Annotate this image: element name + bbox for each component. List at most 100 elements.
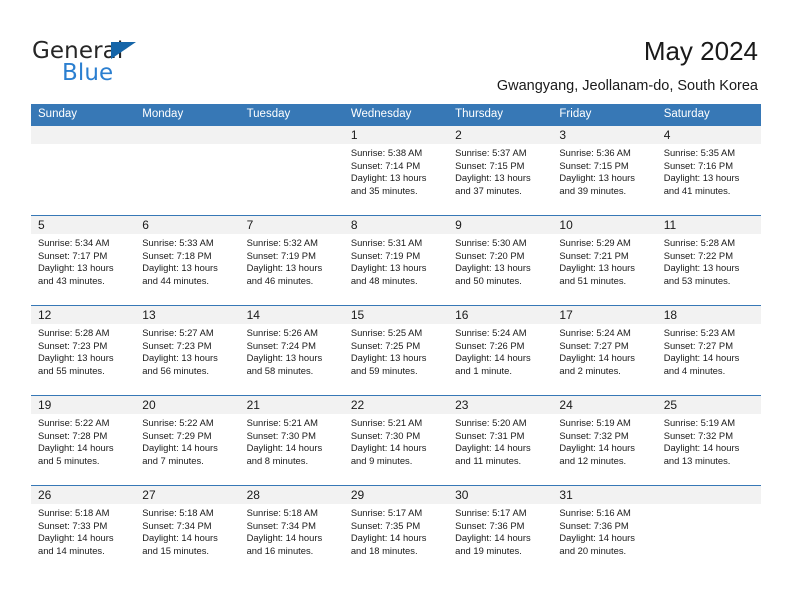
- day-details: Sunrise: 5:27 AM Sunset: 7:23 PM Daylight:…: [135, 324, 239, 377]
- day-cell[interactable]: 15 Sunrise: 5:25 AM Sunset: 7:25 PM Dayligh…: [343, 306, 449, 395]
- daylight-text-line2: and 50 minutes.: [455, 274, 522, 286]
- day-cell[interactable]: 20 Sunrise: 5:22 AM Sunset: 7:29 PM Dayligh…: [135, 396, 240, 485]
- day-details: Sunrise: 5:32 AM Sunset: 7:19 PM Daylight:…: [240, 234, 344, 287]
- day-cell[interactable]: 10 Sunrise: 5:29 AM Sunset: 7:21 PM Dayligh…: [552, 216, 657, 305]
- sunrise-text: Sunrise: 5:24 AM: [559, 327, 631, 338]
- daylight-text-line2: and 7 minutes.: [142, 454, 204, 466]
- sunset-text: Sunset: 7:21 PM: [559, 249, 629, 261]
- day-cell[interactable]: 13 Sunrise: 5:27 AM Sunset: 7:23 PM Dayligh…: [135, 306, 240, 395]
- day-cell[interactable]: 23 Sunrise: 5:20 AM Sunset: 7:31 PM Dayligh…: [448, 396, 553, 485]
- day-cell[interactable]: 2 Sunrise: 5:37 AM Sunset: 7:15 PM Daylight…: [448, 126, 553, 215]
- day-details: Sunrise: 5:21 AM Sunset: 7:30 PM Daylight:…: [240, 414, 344, 467]
- day-number: 22: [343, 396, 449, 414]
- daylight-text-line2: and 51 minutes.: [559, 274, 627, 286]
- daylight-text-line2: and 5 minutes.: [38, 454, 100, 466]
- day-details: [135, 144, 239, 147]
- day-cell[interactable]: 29 Sunrise: 5:17 AM Sunset: 7:35 PM Dayligh…: [343, 486, 449, 576]
- daylight-text-line1: Daylight: 13 hours: [559, 172, 635, 184]
- sunrise-text: Sunrise: 5:24 AM: [455, 327, 527, 338]
- day-cell[interactable]: 28 Sunrise: 5:18 AM Sunset: 7:34 PM Dayligh…: [239, 486, 344, 576]
- day-number: 13: [135, 306, 240, 324]
- weekday-header-monday: Monday: [142, 108, 184, 120]
- day-number: 3: [552, 126, 657, 144]
- weekday-header-friday: Friday: [559, 108, 592, 120]
- day-cell[interactable]: 26 Sunrise: 5:18 AM Sunset: 7:33 PM Dayligh…: [31, 486, 136, 576]
- daylight-text-line1: Daylight: 14 hours: [246, 442, 323, 454]
- day-number: [31, 126, 136, 144]
- daylight-text-line2: and 39 minutes.: [559, 184, 627, 196]
- daylight-text-line1: Daylight: 13 hours: [38, 262, 114, 274]
- day-cell[interactable]: 5 Sunrise: 5:34 AM Sunset: 7:17 PM Daylight…: [31, 216, 136, 305]
- day-number: 19: [31, 396, 136, 414]
- daylight-text-line1: Daylight: 13 hours: [455, 262, 531, 274]
- sunrise-text: Sunrise: 5:20 AM: [455, 417, 527, 428]
- day-number: 25: [656, 396, 761, 414]
- sunset-text: Sunset: 7:17 PM: [38, 249, 108, 261]
- daylight-text-line1: Daylight: 14 hours: [455, 532, 531, 544]
- day-details: Sunrise: 5:25 AM Sunset: 7:25 PM Daylight:…: [344, 324, 448, 377]
- day-number: 17: [552, 306, 657, 324]
- day-cell[interactable]: 24 Sunrise: 5:19 AM Sunset: 7:32 PM Dayligh…: [552, 396, 657, 485]
- daylight-text-line1: Daylight: 14 hours: [350, 532, 427, 544]
- day-cell[interactable]: 31 Sunrise: 5:16 AM Sunset: 7:36 PM Dayligh…: [552, 486, 657, 576]
- sunset-text: Sunset: 7:16 PM: [663, 159, 733, 171]
- daylight-text-line2: and 43 minutes.: [38, 274, 105, 286]
- daylight-text-line2: and 18 minutes.: [350, 544, 418, 556]
- general-blue-logo[interactable]: General Blue: [32, 38, 242, 88]
- daylight-text-line1: Daylight: 14 hours: [663, 352, 740, 364]
- day-number: 18: [656, 306, 761, 324]
- sunrise-text: Sunrise: 5:32 AM: [246, 237, 318, 248]
- day-cell[interactable]: 8 Sunrise: 5:31 AM Sunset: 7:19 PM Daylight…: [343, 216, 449, 305]
- day-number: 12: [31, 306, 136, 324]
- daylight-text-line1: Daylight: 14 hours: [38, 532, 114, 544]
- day-cell[interactable]: 14 Sunrise: 5:26 AM Sunset: 7:24 PM Dayligh…: [239, 306, 344, 395]
- day-cell[interactable]: 17 Sunrise: 5:24 AM Sunset: 7:27 PM Dayligh…: [552, 306, 657, 395]
- sunrise-text: Sunrise: 5:36 AM: [559, 147, 631, 158]
- day-cell[interactable]: 6 Sunrise: 5:33 AM Sunset: 7:18 PM Daylight…: [135, 216, 240, 305]
- sunrise-text: Sunrise: 5:25 AM: [350, 327, 423, 338]
- day-cell[interactable]: 9 Sunrise: 5:30 AM Sunset: 7:20 PM Daylight…: [448, 216, 553, 305]
- day-cell[interactable]: [239, 126, 344, 215]
- day-cell[interactable]: 25 Sunrise: 5:19 AM Sunset: 7:32 PM Dayligh…: [656, 396, 761, 485]
- sunset-text: Sunset: 7:36 PM: [455, 519, 525, 531]
- day-cell[interactable]: 11 Sunrise: 5:28 AM Sunset: 7:22 PM Dayligh…: [656, 216, 761, 305]
- sunset-text: Sunset: 7:27 PM: [663, 339, 733, 351]
- day-number: 4: [656, 126, 761, 144]
- calendar-week-row: 1 Sunrise: 5:38 AM Sunset: 7:14 PM Daylight…: [31, 125, 761, 215]
- sunset-text: Sunset: 7:31 PM: [455, 429, 525, 441]
- day-cell[interactable]: 16 Sunrise: 5:24 AM Sunset: 7:26 PM Dayligh…: [448, 306, 553, 395]
- day-cell[interactable]: 3 Sunrise: 5:36 AM Sunset: 7:15 PM Daylight…: [552, 126, 657, 215]
- sunset-text: Sunset: 7:23 PM: [142, 339, 212, 351]
- daylight-text-line2: and 46 minutes.: [246, 274, 314, 286]
- day-cell[interactable]: [31, 126, 136, 215]
- day-cell[interactable]: [656, 486, 761, 576]
- daylight-text-line1: Daylight: 14 hours: [246, 532, 323, 544]
- day-number: 20: [135, 396, 240, 414]
- sunrise-text: Sunrise: 5:16 AM: [559, 507, 631, 518]
- day-details: Sunrise: 5:18 AM Sunset: 7:34 PM Daylight:…: [135, 504, 239, 557]
- day-cell[interactable]: 21 Sunrise: 5:21 AM Sunset: 7:30 PM Dayligh…: [239, 396, 344, 485]
- day-number: 16: [448, 306, 553, 324]
- day-cell[interactable]: 27 Sunrise: 5:18 AM Sunset: 7:34 PM Dayligh…: [135, 486, 240, 576]
- day-cell[interactable]: 19 Sunrise: 5:22 AM Sunset: 7:28 PM Dayligh…: [31, 396, 136, 485]
- sunset-text: Sunset: 7:30 PM: [246, 429, 316, 441]
- daylight-text-line1: Daylight: 14 hours: [350, 442, 427, 454]
- daylight-text-line1: Daylight: 14 hours: [455, 442, 531, 454]
- day-details: Sunrise: 5:22 AM Sunset: 7:29 PM Daylight:…: [135, 414, 239, 467]
- day-details: Sunrise: 5:36 AM Sunset: 7:15 PM Daylight:…: [552, 144, 656, 197]
- sunset-text: Sunset: 7:20 PM: [455, 249, 525, 261]
- day-cell[interactable]: 12 Sunrise: 5:28 AM Sunset: 7:23 PM Dayligh…: [31, 306, 136, 395]
- day-cell[interactable]: 30 Sunrise: 5:17 AM Sunset: 7:36 PM Dayligh…: [448, 486, 553, 576]
- sunrise-text: Sunrise: 5:35 AM: [663, 147, 736, 158]
- day-cell[interactable]: 1 Sunrise: 5:38 AM Sunset: 7:14 PM Daylight…: [343, 126, 449, 215]
- day-details: Sunrise: 5:30 AM Sunset: 7:20 PM Daylight:…: [448, 234, 552, 287]
- sunset-text: Sunset: 7:29 PM: [142, 429, 212, 441]
- day-cell[interactable]: 7 Sunrise: 5:32 AM Sunset: 7:19 PM Daylight…: [239, 216, 344, 305]
- page-header: General Blue May 2024 Gwangyang, Jeollan…: [0, 0, 792, 103]
- daylight-text-line2: and 35 minutes.: [350, 184, 418, 196]
- day-details: Sunrise: 5:20 AM Sunset: 7:31 PM Daylight:…: [448, 414, 552, 467]
- day-cell[interactable]: [135, 126, 240, 215]
- day-cell[interactable]: 4 Sunrise: 5:35 AM Sunset: 7:16 PM Daylight…: [656, 126, 761, 215]
- day-cell[interactable]: 22 Sunrise: 5:21 AM Sunset: 7:30 PM Dayligh…: [343, 396, 449, 485]
- day-cell[interactable]: 18 Sunrise: 5:23 AM Sunset: 7:27 PM Dayligh…: [656, 306, 761, 395]
